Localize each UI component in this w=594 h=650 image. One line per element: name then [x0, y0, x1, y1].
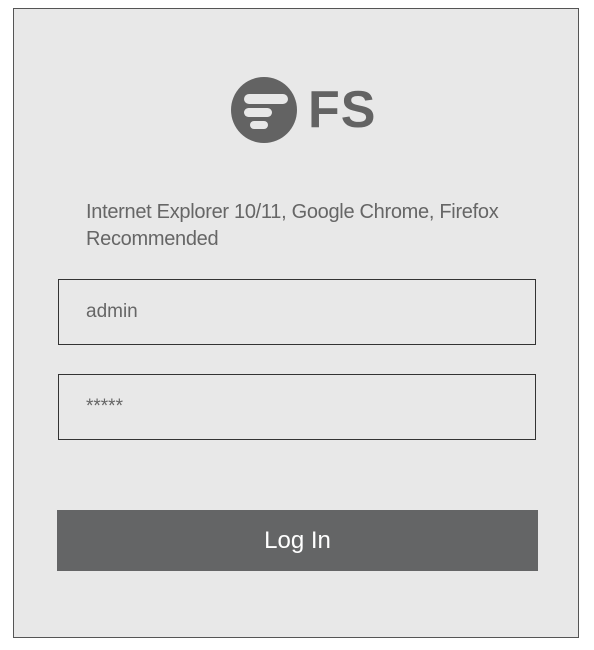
brand-logo: FS [230, 75, 375, 145]
login-button[interactable]: Log In [57, 510, 538, 571]
login-panel: FS Internet Explorer 10/11, Google Chrom… [13, 8, 579, 638]
browser-recommendation: Internet Explorer 10/11, Google Chrome, … [86, 201, 499, 250]
fs-logo-icon [230, 76, 298, 144]
username-input[interactable] [58, 279, 536, 345]
brand-name: FS [308, 81, 377, 139]
password-input[interactable] [58, 374, 536, 440]
